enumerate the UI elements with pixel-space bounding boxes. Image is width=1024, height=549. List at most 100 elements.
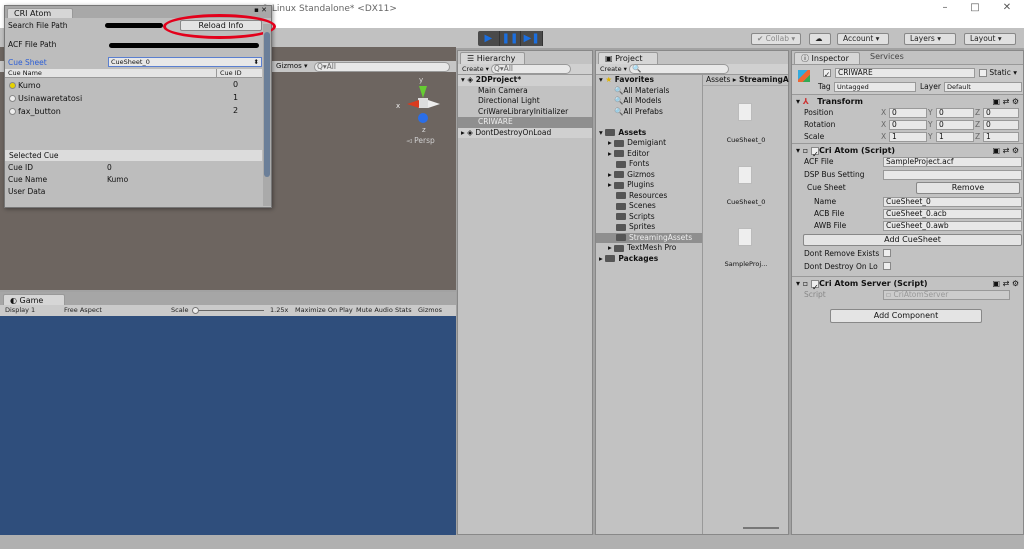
folder-item[interactable]: ▸ Demigiant xyxy=(596,138,702,149)
layers-dropdown[interactable]: Layers ▾ xyxy=(904,33,956,45)
col-cue-name[interactable]: Cue Name xyxy=(8,69,42,78)
tab-cri-atom[interactable]: CRI Atom xyxy=(7,8,73,18)
y-axis-cone-icon[interactable] xyxy=(419,86,427,102)
favorite-item[interactable]: 🔍All Materials xyxy=(596,86,702,97)
dsp-bus-field[interactable] xyxy=(883,170,1022,180)
stats-toggle[interactable]: Stats xyxy=(395,305,412,316)
awb-file-field[interactable]: CueSheet_0.awb xyxy=(883,221,1022,231)
layer-dropdown[interactable]: Default xyxy=(944,82,1022,92)
account-dropdown[interactable]: Account ▾ xyxy=(837,33,889,45)
transform-x-field[interactable]: 1 xyxy=(889,132,927,142)
packages-folder[interactable]: ▸ Packages xyxy=(596,254,702,265)
transform-y-field[interactable]: 0 xyxy=(936,108,974,118)
folder-item[interactable]: Resources xyxy=(596,191,702,202)
transform-y-field[interactable]: 1 xyxy=(936,132,974,142)
hierarchy-item[interactable]: Main Camera xyxy=(458,86,592,97)
maximize-button[interactable]: □ xyxy=(965,2,985,13)
transform-x-field[interactable]: 0 xyxy=(889,108,927,118)
cuesheet-name-field[interactable]: CueSheet_0 xyxy=(883,197,1022,207)
scene-gizmos-dropdown[interactable]: Gizmos ▾ xyxy=(276,62,308,70)
add-component-button[interactable]: Add Component xyxy=(830,309,982,323)
dont-remove-checkbox[interactable] xyxy=(883,249,891,257)
tab-project[interactable]: ▣ Project xyxy=(598,52,658,64)
aspect-dropdown[interactable]: Free Aspect xyxy=(64,305,102,316)
object-name-field[interactable]: CRIWARE xyxy=(835,68,975,78)
x-axis-cone-icon[interactable] xyxy=(403,100,419,108)
add-cuesheet-button[interactable]: Add CueSheet xyxy=(803,234,1022,246)
folder-item[interactable]: Scripts xyxy=(596,212,702,223)
hierarchy-item[interactable]: Directional Light xyxy=(458,96,592,107)
folder-item[interactable]: ▸ TextMesh Pro xyxy=(596,243,702,254)
breadcrumb-assets[interactable]: Assets xyxy=(706,75,730,84)
scale-slider-handle[interactable] xyxy=(192,307,199,314)
cue-row[interactable]: Kumo 0 xyxy=(5,80,262,93)
minimize-button[interactable]: – xyxy=(935,2,955,13)
scale-slider[interactable] xyxy=(192,310,264,311)
file-icon[interactable] xyxy=(738,228,752,246)
hierarchy-create-button[interactable]: Create xyxy=(462,65,484,73)
transform-z-field[interactable]: 0 xyxy=(983,108,1019,118)
folder-item[interactable]: Fonts xyxy=(596,159,702,170)
neg-x-cone-icon[interactable] xyxy=(428,100,444,108)
file-icon[interactable] xyxy=(738,166,752,184)
asset-file[interactable]: CueSheet_0 xyxy=(703,136,789,144)
folder-item-selected[interactable]: StreamingAssets xyxy=(596,232,702,243)
hierarchy-item-selected[interactable]: CRIWARE xyxy=(458,117,592,128)
cue-row[interactable]: Usinawaretatosi 1 xyxy=(5,93,262,106)
scrollbar[interactable] xyxy=(263,24,271,206)
hierarchy-search[interactable]: Q▾All xyxy=(491,64,572,74)
scrollbar-thumb[interactable] xyxy=(264,32,270,177)
tag-dropdown[interactable]: Untagged xyxy=(834,82,916,92)
breadcrumb-current[interactable]: StreamingA xyxy=(739,75,789,84)
acf-file-field[interactable]: SampleProject.acf xyxy=(883,157,1022,167)
scene-search[interactable]: Q▾All xyxy=(314,62,450,72)
folder-item[interactable]: ▸ Plugins xyxy=(596,180,702,191)
cue-radio[interactable] xyxy=(9,95,16,102)
window-close-icon[interactable]: ▪ ✕ xyxy=(254,6,267,14)
project-search[interactable]: 🔍 xyxy=(629,64,730,74)
transform-x-field[interactable]: 0 xyxy=(889,120,927,130)
close-window-button[interactable]: ✕ xyxy=(997,2,1017,13)
maximize-on-play-toggle[interactable]: Maximize On Play xyxy=(295,305,353,316)
active-checkbox[interactable]: ✓ xyxy=(823,69,831,79)
folder-item[interactable]: Scenes xyxy=(596,201,702,212)
transform-header[interactable]: ▾ ⅄ Transform ▣ ⇄ ⚙ xyxy=(792,94,1023,107)
assets-folder[interactable]: ▾ Assets xyxy=(596,128,702,139)
folder-item[interactable]: ▸ Gizmos xyxy=(596,170,702,181)
game-view[interactable] xyxy=(0,316,456,535)
cloud-button[interactable]: ☁ xyxy=(809,33,831,45)
transform-y-field[interactable]: 0 xyxy=(936,120,974,130)
mute-audio-toggle[interactable]: Mute Audio xyxy=(356,305,393,316)
transform-z-field[interactable]: 1 xyxy=(983,132,1019,142)
icon-size-slider[interactable] xyxy=(743,527,779,529)
z-axis-cone-icon[interactable] xyxy=(418,113,428,123)
layout-dropdown[interactable]: Layout ▾ xyxy=(964,33,1016,45)
favorite-item[interactable]: 🔍All Models xyxy=(596,96,702,107)
project-create-button[interactable]: Create xyxy=(600,65,622,73)
tab-services[interactable]: Services xyxy=(860,52,904,64)
step-button[interactable]: ▶❚ xyxy=(521,31,544,46)
folder-item[interactable]: Sprites xyxy=(596,222,702,233)
cue-radio[interactable] xyxy=(9,108,16,115)
pause-button[interactable]: ❚❚ xyxy=(500,31,522,46)
dont-destroy-checkbox[interactable] xyxy=(883,262,891,270)
folder-item[interactable]: ▸ Editor xyxy=(596,149,702,160)
favorites-header[interactable]: ▾ ★ Favorites xyxy=(596,75,702,86)
transform-z-field[interactable]: 0 xyxy=(983,120,1019,130)
tab-hierarchy[interactable]: ☰ Hierarchy xyxy=(460,52,525,64)
persp-label[interactable]: ◅ Persp xyxy=(406,136,435,145)
cue-row[interactable]: fax_button 2 xyxy=(5,106,262,119)
file-icon[interactable] xyxy=(738,103,752,121)
acb-file-field[interactable]: CueSheet_0.acb xyxy=(883,209,1022,219)
cri-atom-header[interactable]: ▾ ▫ ✓Cri Atom (Script) ▣ ⇄ ⚙ xyxy=(792,143,1023,159)
cri-atom-server-header[interactable]: ▾ ▫ ✓Cri Atom Server (Script) ▣ ⇄ ⚙ xyxy=(792,276,1023,292)
hierarchy-item[interactable]: CriWareLibraryInitializer xyxy=(458,107,592,118)
tab-inspector[interactable]: ⓘ Inspector xyxy=(794,52,860,64)
remove-button[interactable]: Remove xyxy=(916,182,1020,194)
scene-root-item[interactable]: ▾ ◈ 2DProject* xyxy=(458,75,592,86)
static-toggle[interactable]: Static ▾ xyxy=(979,68,1017,77)
collab-button[interactable]: ✔ Collab ▾ xyxy=(751,33,802,45)
play-button[interactable]: ▶ xyxy=(478,31,500,46)
display-dropdown[interactable]: Display 1 xyxy=(5,305,35,316)
favorite-item[interactable]: 🔍All Prefabs xyxy=(596,107,702,118)
